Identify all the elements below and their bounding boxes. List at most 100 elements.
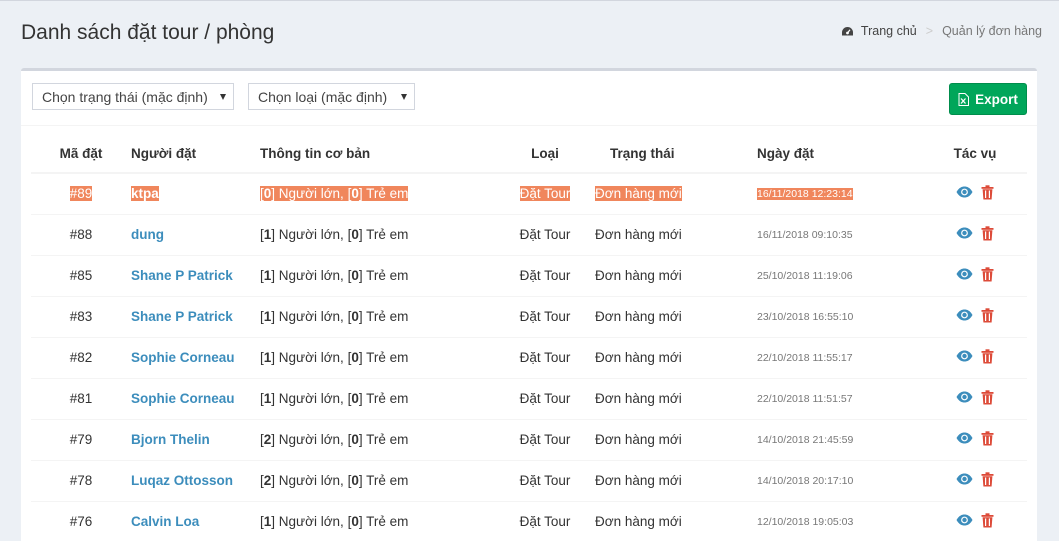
breadcrumb-current: Quản lý đơn hàng (942, 24, 1042, 38)
view-button[interactable] (956, 268, 973, 283)
actions-cell (923, 377, 1027, 419)
customer-link[interactable]: Sophie Corneau (131, 350, 235, 365)
delete-button[interactable] (981, 307, 994, 326)
order-date: 14/10/2018 21:45:59 (757, 433, 854, 446)
adult-label: Người lớn, (278, 268, 344, 283)
column-header-code[interactable]: Mã đặt (31, 135, 131, 174)
order-status: Đơn hàng mới (595, 432, 682, 447)
column-header-status[interactable]: Trạng thái (595, 135, 757, 174)
delete-button[interactable] (981, 513, 994, 531)
column-header-type[interactable]: Loại (495, 135, 595, 174)
date-cell: 12/10/2018 19:05:03 (757, 500, 923, 541)
customer-cell: Calvin Loa (131, 500, 260, 541)
column-header-user[interactable]: Người đặt (131, 135, 260, 174)
guest-info: [0] Người lớn, [0] Trẻ em (260, 186, 409, 202)
child-label: Trẻ em (366, 186, 409, 202)
table-row[interactable]: #85 Shane P Patrick [1] Người lớn, [0] Trẻ… (31, 254, 1027, 296)
actions-cell (923, 336, 1027, 378)
delete-button[interactable] (981, 389, 994, 408)
column-header-date[interactable]: Ngày đặt (757, 135, 923, 174)
order-date: 12/10/2018 19:05:03 (757, 515, 854, 528)
delete-button[interactable] (981, 430, 994, 449)
customer-link[interactable]: Sophie Corneau (131, 391, 235, 406)
child-label: Trẻ em (366, 432, 409, 447)
order-type: Đặt Tour (519, 309, 571, 324)
table-row[interactable]: #82 Sophie Corneau [1] Người lớn, [0] Trẻ … (31, 336, 1027, 378)
table-row[interactable]: #81 Sophie Corneau [1] Người lớn, [0] Trẻ … (31, 377, 1027, 419)
customer-link[interactable]: Bjorn Thelin (131, 432, 210, 447)
view-button[interactable] (956, 186, 973, 201)
order-date: 16/11/2018 12:23:14 (757, 187, 853, 200)
date-cell: 25/10/2018 11:19:06 (757, 254, 923, 296)
table-row[interactable]: #88 dung [1] Người lớn, [0] Trẻ em Đặt Tour… (31, 213, 1027, 255)
order-status: Đơn hàng mới (595, 309, 682, 324)
date-cell: 22/10/2018 11:55:17 (757, 336, 923, 378)
adult-label: Người lớn, (278, 350, 344, 365)
status-cell: Đơn hàng mới (595, 500, 757, 541)
child-label: Trẻ em (366, 227, 409, 242)
type-filter-select[interactable]: Chọn loại (mặc định) (248, 83, 415, 110)
status-cell: Đơn hàng mới (595, 213, 757, 255)
status-cell: Đơn hàng mới (595, 295, 757, 337)
order-status: Đơn hàng mới (595, 268, 682, 283)
adult-count: 2 (263, 432, 272, 447)
status-filter-select[interactable]: Chọn trạng thái (mặc định) (32, 83, 234, 110)
order-code: #81 (69, 391, 93, 406)
customer-link[interactable]: Shane P Patrick (131, 309, 233, 324)
view-button[interactable] (956, 350, 973, 365)
child-label: Trẻ em (366, 514, 409, 530)
order-date: 14/10/2018 20:17:10 (757, 474, 854, 487)
adult-label: Người lớn, (278, 391, 344, 406)
type-cell: Đặt Tour (495, 254, 595, 296)
view-button[interactable] (956, 473, 973, 488)
table-row[interactable]: #79 Bjorn Thelin [2] Người lớn, [0] Trẻ em… (31, 418, 1027, 460)
view-button[interactable] (956, 432, 973, 447)
delete-button[interactable] (981, 185, 994, 203)
delete-button[interactable] (981, 348, 994, 367)
eye-icon (956, 227, 973, 239)
delete-button[interactable] (981, 471, 994, 490)
delete-button[interactable] (981, 266, 994, 285)
view-button[interactable] (956, 514, 973, 529)
order-code-cell: #83 (31, 295, 131, 337)
table-row[interactable]: #76 Calvin Loa [1] Người lớn, [0] Trẻ em Đặ… (31, 500, 1027, 541)
order-type: Đặt Tour (519, 391, 571, 406)
table-row[interactable]: #89 ktpa [0] Người lớn, [0] Trẻ em Đặt Tour… (31, 172, 1027, 214)
excel-file-icon (958, 92, 970, 106)
breadcrumb-separator: > (925, 24, 934, 38)
adult-label: Người lớn, (278, 309, 344, 324)
table-row[interactable]: #78 Luqaz Ottosson [2] Người lớn, [0] Trẻ … (31, 459, 1027, 501)
customer-link[interactable]: Shane P Patrick (131, 268, 233, 283)
customer-cell: Shane P Patrick (131, 295, 260, 337)
filter-toolbar: Chọn trạng thái (mặc định) Chọn loại (mặ… (21, 71, 1037, 126)
view-button[interactable] (956, 227, 973, 242)
orders-box: Chọn trạng thái (mặc định) Chọn loại (mặ… (21, 68, 1037, 541)
order-type: Đặt Tour (519, 227, 571, 242)
guest-info: [2] Người lớn, [0] Trẻ em (260, 432, 409, 447)
order-code-cell: #79 (31, 418, 131, 460)
customer-link[interactable]: Calvin Loa (131, 514, 199, 529)
customer-link[interactable]: dung (131, 227, 164, 242)
column-header-info[interactable]: Thông tin cơ bản (260, 135, 495, 174)
child-label: Trẻ em (366, 350, 409, 365)
order-status: Đơn hàng mới (595, 473, 682, 488)
child-count: 0 (351, 186, 359, 202)
delete-button[interactable] (981, 225, 994, 244)
order-date: 16/11/2018 09:10:35 (757, 228, 853, 241)
eye-icon (956, 186, 973, 198)
order-code-cell: #76 (31, 500, 131, 541)
table-row[interactable]: #83 Shane P Patrick [1] Người lớn, [0] Trẻ… (31, 295, 1027, 337)
adult-count: 1 (263, 391, 272, 406)
adult-count: 0 (263, 186, 272, 202)
guest-info: [2] Người lớn, [0] Trẻ em (260, 473, 409, 488)
view-button[interactable] (956, 391, 973, 406)
info-cell: [2] Người lớn, [0] Trẻ em (260, 459, 495, 501)
date-cell: 23/10/2018 16:55:10 (757, 295, 923, 337)
order-code-cell: #78 (31, 459, 131, 501)
child-count: 0 (351, 350, 359, 365)
export-button[interactable]: Export (949, 83, 1027, 115)
view-button[interactable] (956, 309, 973, 324)
customer-link[interactable]: ktpa (131, 186, 159, 202)
breadcrumb-home[interactable]: Trang chủ (841, 24, 917, 38)
customer-link[interactable]: Luqaz Ottosson (131, 473, 233, 488)
